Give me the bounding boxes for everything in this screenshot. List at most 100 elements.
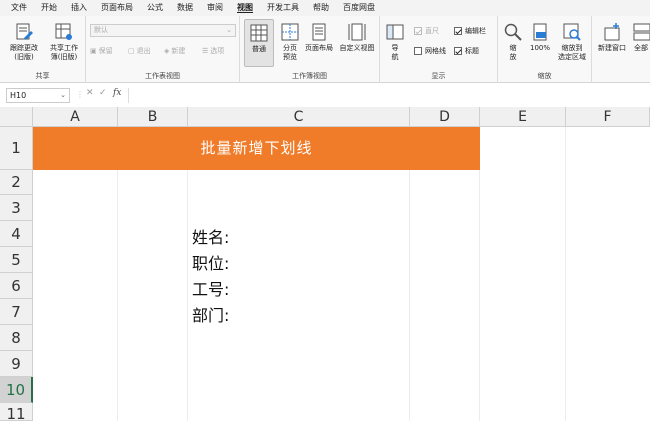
gridline: [409, 127, 410, 421]
tab-insert[interactable]: 插入: [64, 0, 94, 16]
row-header-10[interactable]: 10: [0, 377, 33, 403]
formula-input[interactable]: [128, 88, 648, 103]
normal-view-label: 普通: [252, 45, 266, 53]
exit-icon: ▢: [128, 47, 135, 55]
formula-bar: H10 ⌄ ⋮ ✕ ✓ fx: [0, 87, 650, 104]
title-cell[interactable]: 批量新增下划线: [33, 127, 480, 170]
new-view-button[interactable]: ◈ 新建: [164, 46, 185, 56]
tab-baidu-netdisk[interactable]: 百度网盘: [336, 0, 382, 16]
share-workbook-button[interactable]: 共享工作 簿(旧版): [46, 22, 82, 62]
track-changes-button[interactable]: 跟踪更改 (旧版): [6, 22, 42, 62]
exit-button[interactable]: ▢ 退出: [128, 46, 151, 56]
row-header-8[interactable]: 8: [0, 325, 33, 351]
tab-file[interactable]: 文件: [4, 0, 34, 16]
ribbon: 跟踪更改 (旧版) 共享工作 簿(旧版) 共享 默认 ⌄ ▣ 保留 ▢ 退出 ◈ 新建…: [0, 16, 650, 83]
zoom-selection-icon: [563, 23, 581, 41]
column-header-b[interactable]: B: [118, 107, 188, 127]
cancel-icon[interactable]: ✕: [86, 88, 94, 98]
options-button[interactable]: ☰ 选项: [202, 46, 224, 56]
ruler-checkbox-box: [414, 27, 422, 35]
column-header-e[interactable]: E: [480, 107, 566, 127]
department-label-cell[interactable]: 部门:: [192, 302, 229, 326]
track-changes-label: 跟踪更改 (旧版): [10, 44, 38, 61]
keep-label: 保留: [98, 47, 113, 55]
options-icon: ☰: [202, 47, 209, 55]
enter-icon[interactable]: ✓: [99, 88, 107, 98]
share-workbook-label: 共享工作 簿(旧版): [50, 44, 78, 61]
keep-button[interactable]: ▣ 保留: [90, 46, 113, 56]
chevron-down-icon[interactable]: ⌄: [60, 89, 66, 102]
insert-function-button[interactable]: fx: [113, 88, 121, 98]
formula-bar-checkbox[interactable]: 编辑栏: [454, 26, 486, 36]
gridlines-checkbox[interactable]: 网格线: [414, 46, 446, 56]
track-changes-icon: [16, 23, 33, 40]
position-label-cell[interactable]: 职位:: [192, 250, 229, 274]
tab-developer[interactable]: 开发工具: [260, 0, 306, 16]
navigation-button[interactable]: 导 航: [384, 22, 406, 62]
formula-bar-separator-icon: ⋮: [76, 90, 84, 99]
row-header-5[interactable]: 5: [0, 247, 33, 273]
row-header-2[interactable]: 2: [0, 170, 33, 195]
column-header-f[interactable]: F: [566, 107, 650, 127]
sheet-view-select[interactable]: 默认 ⌄: [90, 24, 236, 37]
tab-formulas[interactable]: 公式: [140, 0, 170, 16]
row-header-9[interactable]: 9: [0, 351, 33, 377]
page-layout-button[interactable]: 页面布局: [302, 22, 336, 53]
page-layout-label: 页面布局: [305, 44, 333, 52]
zoom-100-label: 100%: [529, 44, 550, 52]
gridlines-checkbox-box: [414, 47, 422, 55]
name-box[interactable]: H10 ⌄: [6, 88, 70, 103]
arrange-all-button[interactable]: 全部: [632, 22, 650, 53]
employee-id-label-cell[interactable]: 工号:: [192, 276, 229, 300]
zoom-100-icon: [533, 23, 547, 41]
row-header-1[interactable]: 1: [0, 127, 33, 170]
select-all-corner[interactable]: [0, 107, 33, 127]
headings-checkbox[interactable]: 标题: [454, 46, 479, 56]
row-header-7[interactable]: 7: [0, 299, 33, 325]
new-view-icon: ◈: [164, 47, 170, 55]
zoom-group: 缩 放 100% 缩放到 选定区域 缩放: [498, 16, 592, 83]
custom-views-button[interactable]: 自定义视图: [336, 22, 378, 53]
tab-help[interactable]: 帮助: [306, 0, 336, 16]
options-label: 选项: [210, 47, 225, 55]
share-group-label: 共享: [35, 72, 50, 80]
zoom-to-selection-button[interactable]: 缩放到 选定区域: [554, 22, 590, 62]
navigation-icon: [386, 24, 404, 40]
page-break-preview-button[interactable]: 分页 预览: [277, 22, 303, 62]
row-header-11[interactable]: 11: [0, 403, 33, 421]
chevron-down-icon: ⌄: [226, 26, 232, 34]
new-window-label: 新建窗口: [598, 44, 626, 52]
name-box-value: H10: [10, 91, 27, 100]
column-header-a[interactable]: A: [33, 107, 118, 127]
navigation-label: 导 航: [391, 44, 399, 61]
zoom-100-button[interactable]: 100%: [528, 22, 552, 53]
page-break-label: 分页 预览: [283, 44, 297, 61]
ruler-label: 直尺: [425, 27, 439, 35]
normal-view-button[interactable]: 普通: [244, 19, 274, 67]
row-header-3[interactable]: 3: [0, 195, 33, 221]
name-label-cell[interactable]: 姓名:: [192, 224, 229, 248]
custom-views-icon: [348, 23, 366, 41]
ruler-checkbox[interactable]: 直尺: [414, 26, 439, 36]
arrange-all-label: 全部: [634, 44, 648, 52]
tab-data[interactable]: 数据: [170, 0, 200, 16]
tab-review[interactable]: 审阅: [200, 0, 230, 16]
window-group: 新建窗口 全部: [592, 16, 650, 83]
exit-label: 退出: [136, 47, 151, 55]
tab-home[interactable]: 开始: [34, 0, 64, 16]
zoom-label: 缩 放: [509, 44, 517, 61]
worksheet-grid: A B C D E F 1 2 3 4 5 6 7 8 9 10 11 批量新增…: [0, 107, 650, 421]
tab-view[interactable]: 视图: [230, 0, 260, 16]
workbook-views-group-label: 工作簿视图: [292, 72, 327, 80]
tab-page-layout[interactable]: 页面布局: [94, 0, 140, 16]
zoom-group-label: 缩放: [537, 72, 552, 80]
row-header-4[interactable]: 4: [0, 221, 33, 247]
headings-checkbox-box: [454, 47, 462, 55]
row-header-6[interactable]: 6: [0, 273, 33, 299]
new-window-button[interactable]: 新建窗口: [596, 22, 628, 53]
column-header-c[interactable]: C: [188, 107, 410, 127]
gridline: [117, 127, 118, 421]
zoom-button[interactable]: 缩 放: [502, 22, 524, 62]
column-header-d[interactable]: D: [410, 107, 480, 127]
menu-bar: 文件 开始 插入 页面布局 公式 数据 审阅 视图 开发工具 帮助 百度网盘: [0, 0, 650, 16]
